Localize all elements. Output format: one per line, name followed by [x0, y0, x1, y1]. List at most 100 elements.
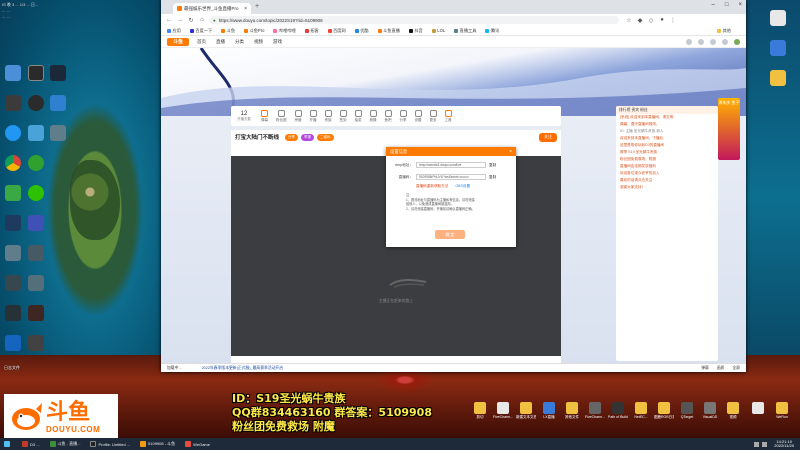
- desktop-file[interactable]: 视频: [723, 402, 743, 419]
- desktop-file[interactable]: WeRun: [772, 402, 792, 419]
- desktop-file[interactable]: VisualDD: [700, 402, 720, 419]
- bookmark-item[interactable]: 应用: [167, 28, 181, 34]
- chat-header-label[interactable]: 排行榜 贵宾 粉丝: [619, 108, 648, 113]
- desktop-icon-app[interactable]: [28, 155, 44, 171]
- message-icon[interactable]: [722, 38, 728, 45]
- fullscreen-button[interactable]: 全屏: [732, 366, 740, 371]
- nav-item[interactable]: 分类: [235, 39, 244, 45]
- desktop-icon-app[interactable]: [5, 95, 21, 111]
- copy-rtmp-button[interactable]: 复制: [489, 163, 496, 168]
- room-tool[interactable]: 工具: [444, 109, 452, 123]
- search-icon[interactable]: [686, 38, 692, 45]
- desktop-icon-app[interactable]: [5, 275, 21, 291]
- desktop-icon-app[interactable]: [28, 305, 44, 321]
- room-tool[interactable]: 签到: [339, 109, 347, 123]
- bookmark-item[interactable]: 斗鱼直播: [377, 28, 400, 34]
- obs-settings-link[interactable]: OBS设置: [455, 184, 470, 188]
- desktop-file[interactable]: QTarget: [677, 402, 697, 419]
- star-icon[interactable]: ☆: [625, 16, 633, 24]
- taskbar-item[interactable]: Profile: Untitled ...: [86, 439, 134, 449]
- room-tool[interactable]: 设置: [414, 109, 422, 123]
- desktop-file[interactable]: Path of Building: [608, 402, 628, 419]
- desktop-icon-app[interactable]: [5, 305, 21, 321]
- desktop-icon-browser[interactable]: [5, 125, 21, 141]
- profile-icon[interactable]: ●: [658, 16, 666, 24]
- desktop-file[interactable]: NetEC...: [631, 402, 651, 419]
- desktop-icon-wechat[interactable]: [28, 185, 44, 201]
- room-tool[interactable]: 贵族: [324, 109, 332, 123]
- danmu-toggle[interactable]: 弹幕: [701, 366, 709, 371]
- desktop-icon-app[interactable]: [5, 335, 21, 351]
- bookmark-item[interactable]: 百度一下: [189, 28, 212, 34]
- stream-key-field[interactable]: 5109908rPhUVU?wsSecret=••••••••: [416, 174, 486, 180]
- nav-item[interactable]: 直播: [216, 39, 225, 45]
- start-button[interactable]: [0, 439, 16, 449]
- bookmark-item[interactable]: LOL: [431, 28, 445, 33]
- desktop-file[interactable]: 图鹿RGB日志: [654, 402, 674, 419]
- new-tab-button[interactable]: +: [255, 3, 259, 10]
- desktop-file[interactable]: FiveCharm...: [585, 402, 605, 419]
- refresh-key-link[interactable]: 直播码重新获取方法: [416, 184, 448, 188]
- copy-key-button[interactable]: 复制: [489, 175, 496, 180]
- room-tool[interactable]: 竞猜: [369, 109, 377, 123]
- room-tool[interactable]: 开播: [309, 109, 317, 123]
- nav-item[interactable]: 视频: [254, 39, 263, 45]
- desktop-icon-folder[interactable]: [5, 65, 21, 81]
- bookmark-item[interactable]: 斗鱼Pro: [244, 28, 264, 34]
- qrcode-button[interactable]: 二维码: [317, 133, 334, 141]
- quality-button[interactable]: 画质: [717, 366, 725, 371]
- site-logo[interactable]: 斗鱼: [167, 37, 189, 46]
- taskbar-item[interactable]: WeGame: [181, 439, 214, 449]
- desktop-file[interactable]: 其他文件: [562, 402, 582, 419]
- desktop-icon-app[interactable]: [28, 245, 44, 261]
- home-icon[interactable]: ⌂: [198, 16, 206, 24]
- desktop-icon-app[interactable]: [50, 95, 66, 111]
- network-icon[interactable]: [754, 441, 760, 447]
- maximize-icon[interactable]: □: [725, 2, 729, 8]
- status-marquee[interactable]: 2022年春季版本更新(正式服)_最高赛季活动开启: [202, 366, 283, 371]
- taskbar-item[interactable]: D3 ...: [18, 439, 44, 449]
- extension-icon[interactable]: ◇: [647, 16, 655, 24]
- close-window-icon[interactable]: ×: [738, 2, 742, 8]
- desktop-icon-app[interactable]: [770, 70, 786, 86]
- desktop-icon-app[interactable]: [28, 125, 44, 141]
- minimize-icon[interactable]: –: [712, 2, 715, 8]
- extension-icon[interactable]: ◆: [636, 16, 644, 24]
- desktop-file[interactable]: LX直播: [539, 402, 559, 419]
- close-icon[interactable]: ×: [244, 6, 247, 12]
- bookmark-item[interactable]: 斗鱼: [221, 28, 235, 34]
- desktop-icon-app[interactable]: [28, 335, 44, 351]
- room-tool[interactable]: 粉丝团: [276, 109, 287, 123]
- desktop-icon-app[interactable]: [28, 65, 44, 81]
- desktop-icon-app[interactable]: [50, 125, 66, 141]
- bookmark-item[interactable]: 拓客: [304, 28, 319, 34]
- share-button[interactable]: 分享: [285, 133, 299, 141]
- bookmark-item[interactable]: 直播工具: [454, 28, 476, 34]
- avatar[interactable]: [734, 38, 740, 45]
- room-tool[interactable]: 鱼吧: [384, 109, 392, 123]
- room-tool[interactable]: 房管: [294, 109, 302, 123]
- bookmark-item[interactable]: 其他: [717, 28, 731, 34]
- desktop-file[interactable]: [748, 402, 768, 415]
- desktop-file[interactable]: 新建文本文档: [516, 402, 536, 419]
- nav-item[interactable]: 首页: [197, 39, 206, 45]
- bookmark-item[interactable]: 优酷: [354, 28, 369, 34]
- desktop-icon-app[interactable]: [28, 275, 44, 291]
- rtmp-url-field[interactable]: rtmp://sendtc3.douyu.com/live: [416, 162, 486, 168]
- room-tool[interactable]: 弹幕: [261, 109, 268, 123]
- close-icon[interactable]: ×: [509, 149, 512, 155]
- bookmark-item[interactable]: 百度网: [327, 28, 346, 34]
- clock[interactable]: 14:21:10 2022/11/20: [774, 439, 794, 449]
- desktop-file[interactable]: 剪切: [470, 402, 490, 419]
- desktop-icon-app[interactable]: [770, 10, 786, 26]
- anniversary-badge[interactable]: 周年庆 鱼子: [718, 98, 740, 160]
- desktop-icon-app[interactable]: [770, 40, 786, 56]
- menu-icon[interactable]: ⋮: [669, 16, 677, 24]
- nav-item[interactable]: 游戏: [273, 39, 282, 45]
- bookmark-item[interactable]: 哔哩哔哩: [273, 28, 296, 34]
- taskbar-item[interactable]: 5109908 - 斗鱼: [136, 439, 179, 449]
- report-button[interactable]: 举报: [301, 133, 315, 141]
- follow-button[interactable]: 关注: [539, 132, 557, 142]
- bookmark-item[interactable]: 抖音: [408, 28, 423, 34]
- desktop-icon-app[interactable]: [5, 215, 21, 231]
